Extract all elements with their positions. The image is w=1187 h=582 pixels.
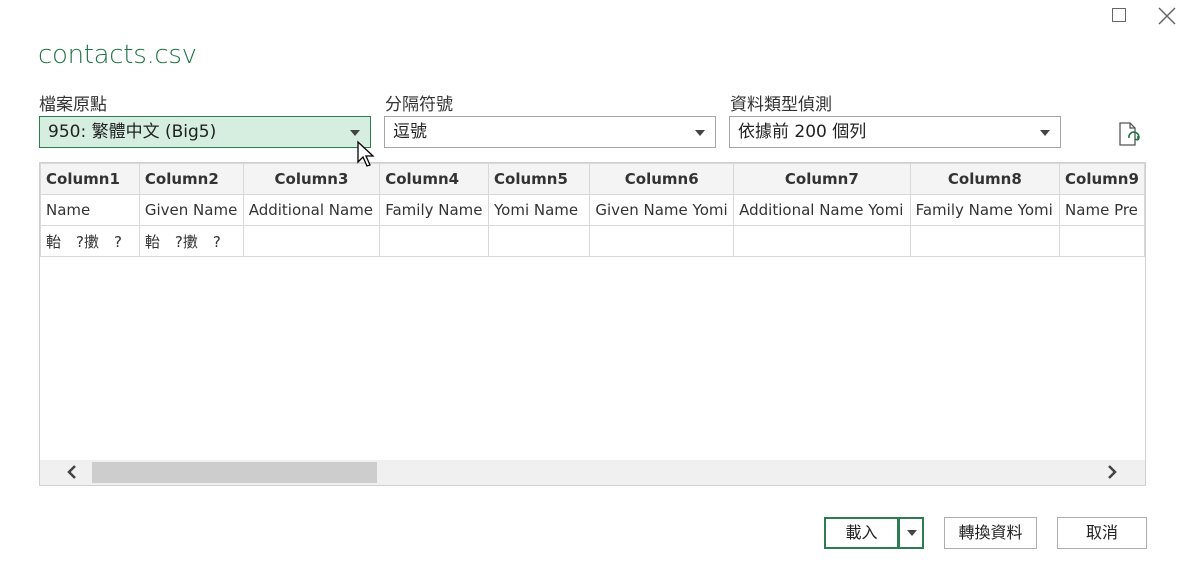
column-header[interactable]: Column8 bbox=[909, 163, 1061, 195]
table-cell bbox=[242, 225, 381, 257]
preview-grid: Column1 Column2 Column3 Column4 Column5 … bbox=[39, 162, 1146, 486]
type-detection-label: 資料類型偵測 bbox=[730, 95, 832, 115]
chevron-down-icon bbox=[1040, 130, 1050, 136]
table-cell bbox=[487, 225, 591, 257]
close-icon[interactable] bbox=[1155, 4, 1179, 28]
table-cell bbox=[379, 225, 489, 257]
chevron-down-icon bbox=[907, 530, 917, 536]
file-origin-label: 檔案原點 bbox=[39, 95, 107, 115]
table-cell bbox=[909, 225, 1061, 257]
refresh-file-icon[interactable] bbox=[1116, 120, 1144, 148]
chevron-down-icon bbox=[350, 130, 360, 136]
table-cell: Family Name Yomi bbox=[909, 194, 1061, 226]
chevron-left-icon[interactable] bbox=[64, 464, 80, 480]
preview-table: Column1 Column2 Column3 Column4 Column5 … bbox=[40, 163, 1145, 257]
column-header[interactable]: Column2 bbox=[138, 163, 244, 195]
table-cell: 軩 ?擻 ? bbox=[40, 225, 140, 257]
load-options-button[interactable] bbox=[898, 517, 924, 549]
delimiter-value: 逗號 bbox=[393, 122, 427, 142]
column-header[interactable]: Column1 bbox=[40, 163, 140, 195]
cancel-button[interactable]: 取消 bbox=[1057, 517, 1147, 549]
transform-data-button[interactable]: 轉換資料 bbox=[944, 517, 1037, 549]
column-header[interactable]: Column5 bbox=[487, 163, 591, 195]
table-cell: Additional Name Yomi bbox=[733, 194, 911, 226]
file-origin-value: 950: 繁體中文 (Big5) bbox=[48, 122, 217, 142]
chevron-right-icon[interactable] bbox=[1104, 464, 1120, 480]
chevron-down-icon bbox=[695, 130, 705, 136]
table-cell: Name Pre bbox=[1059, 194, 1145, 226]
table-cell: Additional Name bbox=[242, 194, 381, 226]
column-header[interactable]: Column4 bbox=[379, 163, 489, 195]
type-detection-dropdown[interactable]: 依據前 200 個列 bbox=[729, 116, 1061, 148]
table-cell: 軩 ?擻 ? bbox=[138, 225, 244, 257]
table-cell: Yomi Name bbox=[487, 194, 591, 226]
column-header[interactable]: Column9 bbox=[1059, 163, 1145, 195]
maximize-icon[interactable] bbox=[1108, 4, 1132, 28]
header-row: Column1 Column2 Column3 Column4 Column5 … bbox=[40, 163, 1145, 195]
load-button[interactable]: 載入 bbox=[824, 517, 899, 549]
column-header[interactable]: Column6 bbox=[589, 163, 735, 195]
table-row: Name Given Name Additional Name Family N… bbox=[40, 194, 1145, 226]
table-cell: Given Name bbox=[138, 194, 244, 226]
table-cell bbox=[1059, 225, 1145, 257]
type-detection-value: 依據前 200 個列 bbox=[738, 122, 867, 142]
horizontal-scrollbar[interactable] bbox=[40, 460, 1145, 485]
file-origin-dropdown[interactable]: 950: 繁體中文 (Big5) bbox=[39, 116, 371, 148]
delimiter-label: 分隔符號 bbox=[385, 95, 453, 115]
scrollbar-thumb[interactable] bbox=[92, 462, 377, 483]
table-cell: Name bbox=[40, 194, 140, 226]
table-row: 軩 ?擻 ? 軩 ?擻 ? bbox=[40, 225, 1145, 257]
table-cell bbox=[589, 225, 735, 257]
table-cell bbox=[733, 225, 911, 257]
table-cell: Given Name Yomi bbox=[589, 194, 735, 226]
table-cell: Family Name bbox=[379, 194, 489, 226]
column-header[interactable]: Column3 bbox=[242, 163, 381, 195]
dialog-title: contacts.csv bbox=[38, 40, 197, 70]
column-header[interactable]: Column7 bbox=[733, 163, 911, 195]
delimiter-dropdown[interactable]: 逗號 bbox=[384, 116, 716, 148]
